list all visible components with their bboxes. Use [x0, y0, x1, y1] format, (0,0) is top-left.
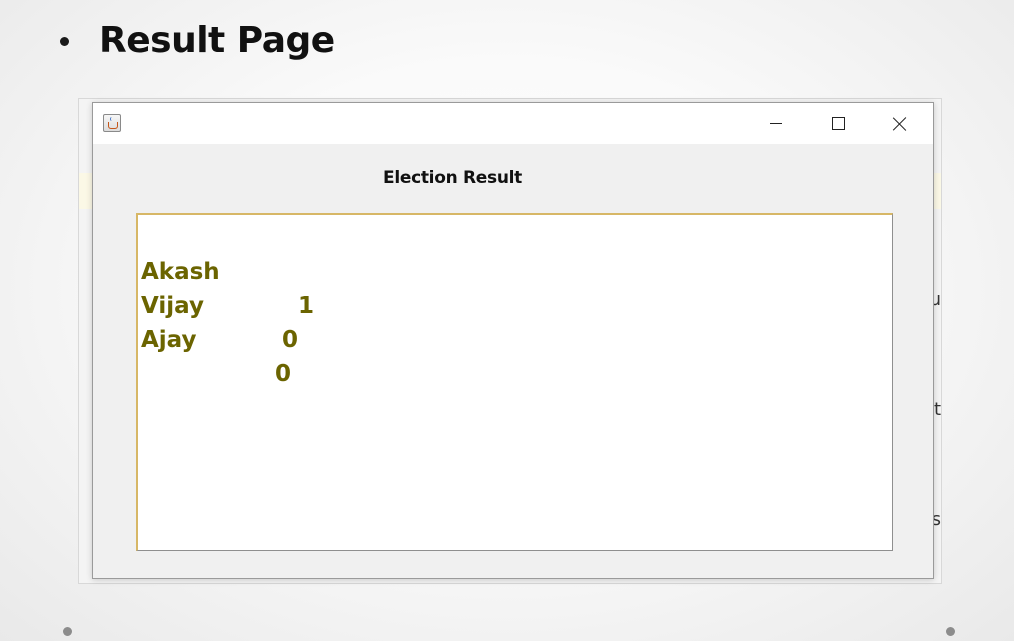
vote-count: 0: [275, 361, 292, 387]
result-row: Akash 1: [141, 221, 892, 319]
vote-count: 0: [282, 327, 299, 353]
result-row: Ajay 0: [141, 289, 892, 387]
election-result-heading: Election Result: [383, 168, 522, 188]
close-button[interactable]: [877, 103, 923, 144]
result-window: Election Result Akash 1 Vijay 0 Ajay 0: [92, 102, 934, 579]
title-bar[interactable]: [93, 103, 933, 144]
maximize-icon: [831, 117, 845, 130]
result-text-area[interactable]: Akash 1 Vijay 0 Ajay 0: [136, 213, 893, 551]
slide-heading: Result Page: [60, 14, 335, 66]
slide-title: Result Page: [99, 19, 335, 61]
slide-footer-dot: [63, 627, 72, 636]
slide-footer-dot: [946, 627, 955, 636]
bullet-icon: [60, 36, 69, 46]
minimize-button[interactable]: [753, 103, 799, 144]
minimize-icon: [770, 123, 782, 124]
background-window-text: t: [933, 399, 941, 420]
close-icon: [893, 117, 907, 131]
maximize-button[interactable]: [815, 103, 861, 144]
candidate-name: Ajay: [141, 327, 197, 353]
window-content: Election Result Akash 1 Vijay 0 Ajay 0: [93, 144, 933, 577]
result-row: Vijay 0: [141, 255, 892, 353]
java-cup-icon[interactable]: [103, 114, 121, 132]
